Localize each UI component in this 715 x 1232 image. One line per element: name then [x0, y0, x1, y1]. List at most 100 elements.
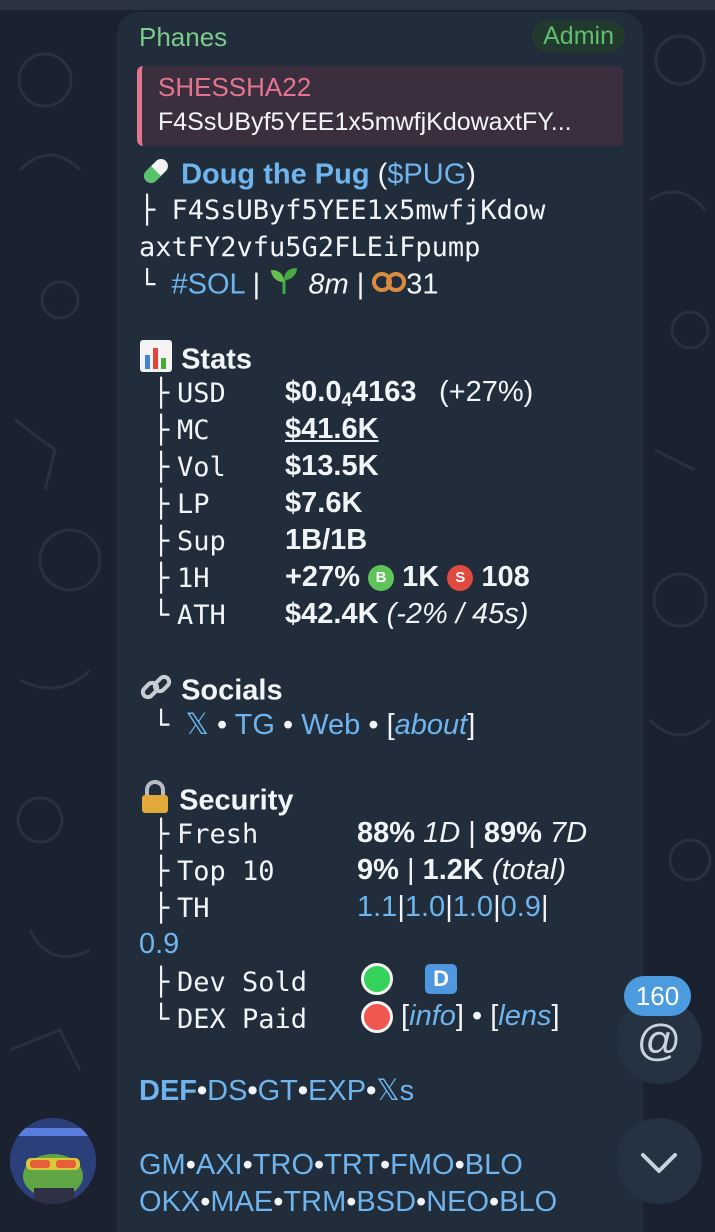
stats-heading: Stats	[139, 339, 252, 383]
volume-value: $13.5K	[285, 450, 379, 482]
x-link[interactable]: 𝕏	[186, 709, 209, 741]
fresh-values: 88% 1D | 89% 7D	[357, 817, 588, 849]
tro-link[interactable]: TRO	[253, 1149, 314, 1181]
holder-link-1[interactable]: 1.1	[357, 891, 397, 923]
token-address-line-1[interactable]: ├ F4SsUByf5YEE1x5mwfjKdow	[139, 192, 545, 229]
trm-link[interactable]: TRM	[283, 1186, 346, 1218]
bar-chart-icon	[139, 339, 173, 383]
fresh-label: Fresh	[177, 819, 259, 850]
lp-label: LP	[177, 489, 210, 520]
sup-label: Sup	[177, 526, 226, 557]
reply-author: SHESSHA22	[158, 72, 312, 102]
fmo-link[interactable]: FMO	[390, 1149, 454, 1181]
exp-link[interactable]: EXP	[308, 1075, 366, 1107]
socials-title: Socials	[181, 674, 283, 707]
branch-sup: ├	[153, 526, 170, 557]
frog-avatar-icon	[10, 1118, 96, 1204]
ath-label: ATH	[177, 600, 226, 631]
xs-link[interactable]: 𝕏s	[376, 1075, 414, 1107]
blo-link-2[interactable]: BLO	[499, 1186, 557, 1218]
dev-badge[interactable]: D	[425, 964, 458, 995]
reply-text: F4SsUByf5YEE1x5mwfjKdowaxtFY...	[158, 108, 572, 136]
links-row-2: GM•AXI•TRO•TRT•FMO•BLO	[139, 1149, 523, 1181]
lock-icon	[139, 780, 171, 824]
mc-label: MC	[177, 415, 210, 446]
website-link[interactable]: Web	[301, 709, 360, 741]
dev-sold-status: D	[361, 962, 458, 996]
token-ticker-link[interactable]: $PUG	[387, 159, 466, 191]
sender-avatar[interactable]	[10, 1118, 96, 1204]
sell-icon: S	[447, 565, 474, 592]
token-address-part-2[interactable]: axtFY2vfu5G2FLEiFpump	[139, 229, 480, 266]
telegram-link[interactable]: TG	[235, 709, 275, 741]
tree-end: └	[139, 269, 172, 301]
supply-value: 1B/1B	[285, 524, 368, 556]
reply-quote[interactable]: SHESSHA22 F4SsUByf5YEE1x5mwfjKdowaxtFY..…	[137, 66, 623, 146]
branch-th: ├	[153, 893, 170, 924]
branch-mc: ├	[153, 415, 170, 446]
mae-link[interactable]: MAE	[210, 1186, 273, 1218]
market-cap-value[interactable]: $41.6K	[285, 413, 379, 446]
branch-lp: ├	[153, 489, 170, 520]
ds-link[interactable]: DS	[207, 1075, 247, 1107]
branch-usd: ├	[153, 378, 170, 409]
branch-1h: ├	[153, 563, 170, 594]
chevron-down-icon	[641, 1153, 677, 1173]
th-label: TH	[177, 893, 210, 924]
about-link[interactable]: about	[395, 709, 468, 741]
tree-end: └	[153, 710, 186, 741]
gt-link[interactable]: GT	[258, 1075, 298, 1107]
ath-note: (-2% / 45s)	[386, 598, 529, 630]
mention-count-badge[interactable]: 160	[624, 976, 691, 1016]
top10-label: Top 10	[177, 856, 275, 887]
trt-link[interactable]: TRT	[324, 1149, 380, 1181]
dex-paid-label: DEX Paid	[177, 1004, 308, 1035]
info-link[interactable]: info	[409, 1000, 456, 1032]
chain-hashtag[interactable]: #SOL	[172, 269, 245, 301]
holder-link-5[interactable]: 0.9	[139, 928, 179, 961]
socials-links: └ 𝕏 • TG • Web • [about]	[153, 709, 476, 741]
scroll-down-button[interactable]	[616, 1118, 702, 1204]
dex-paid-status: [info] • [lens]	[361, 1000, 560, 1034]
branch-top10: ├	[153, 856, 170, 887]
message-bubble[interactable]: Phanes Admin SHESSHA22 F4SsUByf5YEE1x5mw…	[117, 12, 643, 1232]
bsd-link[interactable]: BSD	[356, 1186, 416, 1218]
okx-link[interactable]: OKX	[139, 1186, 200, 1218]
holder-link-2[interactable]: 1.0	[405, 891, 445, 923]
holders-count: 31	[406, 268, 439, 301]
buy-icon: B	[368, 565, 395, 592]
vol-label: Vol	[177, 452, 226, 483]
links-row-1: DEF•DS•GT•EXP•𝕏s	[139, 1075, 415, 1107]
h1-label: 1H	[177, 563, 210, 594]
h1-change: +27%	[285, 561, 360, 593]
top-holders-values: 1.1|1.0|1.0|0.9|	[357, 891, 549, 923]
token-address-part-1[interactable]: F4SsUByf5YEE1x5mwfjKdow	[172, 195, 546, 226]
infinity-holders-icon	[372, 268, 407, 305]
def-link[interactable]: DEF	[139, 1075, 197, 1107]
links-row-3: OKX•MAE•TRM•BSD•NEO•BLO	[139, 1186, 558, 1218]
gm-link[interactable]: GM	[139, 1149, 186, 1181]
branch-vol: ├	[153, 452, 170, 483]
holder-link-3[interactable]: 1.0	[453, 891, 493, 923]
token-name-link[interactable]: Doug the Pug	[181, 159, 369, 191]
top-edge	[0, 0, 715, 10]
sell-count: 108	[481, 561, 530, 593]
usd-change: (+27%)	[439, 376, 534, 408]
neo-link[interactable]: NEO	[426, 1186, 489, 1218]
holder-link-4[interactable]: 0.9	[501, 891, 541, 923]
h1-activity: +27% B 1K S 108	[285, 561, 530, 594]
sender-name[interactable]: Phanes	[139, 22, 227, 53]
usd-price: $0.044163	[285, 376, 417, 411]
red-circle-icon	[361, 1001, 393, 1034]
token-meta: └ #SOL | 8m | 31	[139, 266, 439, 306]
ath-row: $42.4K (-2% / 45s)	[285, 598, 528, 631]
branch-fresh: ├	[153, 819, 170, 850]
blo-link[interactable]: BLO	[465, 1149, 523, 1181]
liquidity-value: $7.6K	[285, 487, 363, 519]
ath-value: $42.4K	[285, 598, 379, 630]
green-circle-icon	[361, 963, 393, 996]
tree-branch: ├	[139, 195, 172, 226]
security-heading: Security	[139, 780, 294, 824]
axi-link[interactable]: AXI	[196, 1149, 243, 1181]
lens-link[interactable]: lens	[498, 1000, 551, 1032]
